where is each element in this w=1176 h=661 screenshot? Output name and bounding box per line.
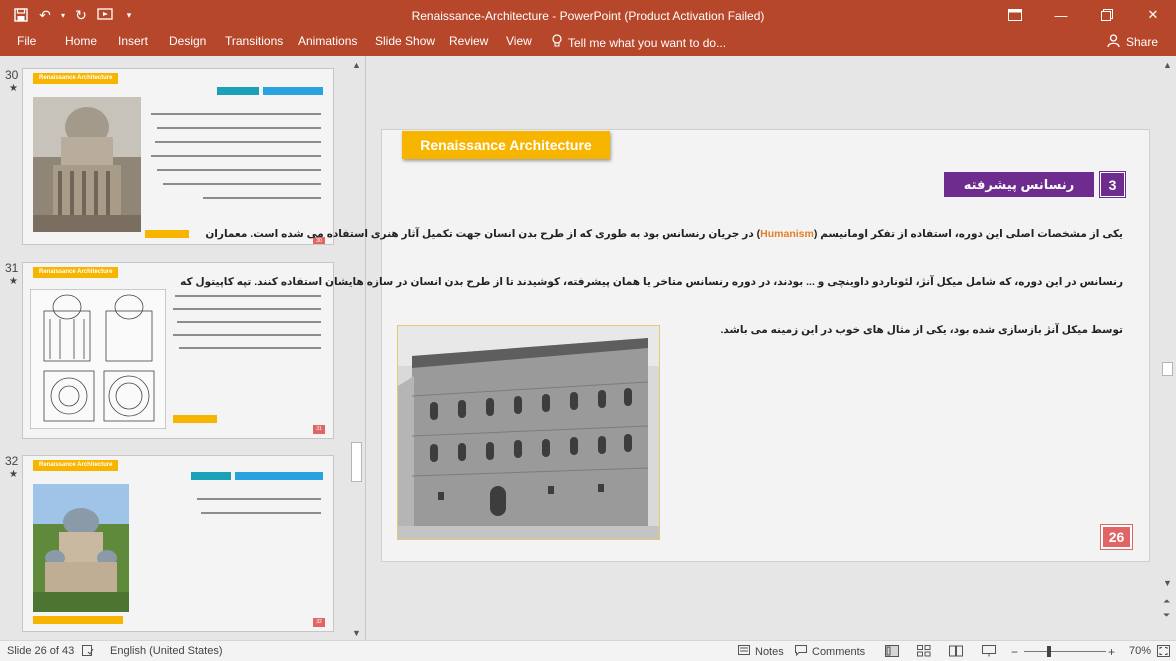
comments-button[interactable]: Comments: [795, 645, 865, 659]
zoom-out-icon[interactable]: −: [1011, 645, 1018, 659]
zoom-slider[interactable]: [1024, 651, 1106, 652]
ribbon-tabs: File Home Insert Design Transitions Anim…: [0, 30, 1176, 56]
tab-slide-show[interactable]: Slide Show: [375, 34, 435, 48]
notes-label: Notes: [755, 645, 784, 658]
thumbnail-tag: Renaissance Architecture: [33, 460, 119, 471]
tell-me-search[interactable]: Tell me what you want to do...: [552, 34, 726, 51]
normal-view-icon[interactable]: [885, 645, 899, 657]
animation-star-icon: ★: [9, 469, 18, 480]
person-icon: [1107, 34, 1120, 50]
thumbnail-label-box: [235, 472, 323, 480]
previous-slide-icon[interactable]: ⏶: [1163, 596, 1170, 607]
scroll-down-icon[interactable]: ▼: [1163, 578, 1172, 588]
tab-review[interactable]: Review: [449, 34, 488, 48]
status-bar: Slide 26 of 43 English (United States) N…: [0, 640, 1176, 661]
tab-view[interactable]: View: [506, 34, 532, 48]
slideshow-view-icon[interactable]: [982, 645, 996, 657]
body-line-1-b: ) در جریان رنسانس بود به طوری که از طرح …: [205, 228, 761, 240]
body-line-1[interactable]: یکی از مشخصات اصلی این دوره، استفاده از …: [205, 228, 1123, 240]
body-line-2[interactable]: رنسانس در این دوره، که شامل میکل آنژ، لئ…: [180, 276, 1123, 288]
slide-tag[interactable]: Renaissance Architecture: [402, 131, 610, 159]
slide-heading[interactable]: رنسانس پیشرفته: [944, 172, 1094, 197]
thumbnail-number: 30: [5, 68, 19, 82]
slide-thumbnail-30[interactable]: Renaissance Architecture 30: [22, 68, 334, 245]
slide-scrollbar[interactable]: ▲ ▼ ⏶ ⏷: [1159, 56, 1176, 640]
thumbnail-tag: Renaissance Architecture: [33, 267, 119, 278]
minimize-icon[interactable]: —: [1038, 0, 1084, 30]
tab-insert[interactable]: Insert: [118, 34, 148, 48]
workspace: 30 ★ Renaissance Architecture 30 31 ★ Re…: [0, 56, 1176, 640]
thumbnail-label-box: [191, 472, 231, 480]
thumbnail-tag: Renaissance Architecture: [33, 73, 119, 84]
thumbnail-image-tempietto: [33, 97, 141, 232]
slide-counter: Slide 26 of 43: [7, 645, 75, 657]
tab-home[interactable]: Home: [65, 34, 97, 48]
scrollbar-thumb[interactable]: [1162, 362, 1173, 376]
body-line-3[interactable]: توسط میکل آنژ بازسازی شده بود، یکی از مث…: [721, 324, 1123, 336]
thumbnail-number: 32: [5, 454, 19, 468]
notes-icon: [738, 645, 750, 658]
thumbnail-label-box: [217, 87, 259, 95]
thumbnail-caption-box: [173, 415, 217, 423]
body-line-1-a: یکی از مشخصات اصلی این دوره، استفاده از …: [813, 228, 1123, 240]
slide-thumbnail-pane: 30 ★ Renaissance Architecture 30 31 ★ Re…: [0, 56, 366, 640]
animation-star-icon: ★: [9, 83, 18, 94]
share-button[interactable]: Share: [1107, 34, 1158, 50]
title-bar: ↶ ▾ ↻ ▾ Renaissance-Architecture - Power…: [0, 0, 1176, 30]
thumbnail-number: 31: [5, 261, 19, 275]
palazzo-photo[interactable]: [397, 325, 660, 540]
reading-view-icon[interactable]: [949, 645, 963, 657]
thumbnail-image-church: [33, 484, 129, 612]
share-label: Share: [1125, 35, 1158, 49]
scrollbar-thumb[interactable]: [351, 442, 362, 482]
current-slide[interactable]: Renaissance Architecture رنسانس پیشرفته …: [180, 129, 1150, 562]
tab-design[interactable]: Design: [169, 34, 206, 48]
ribbon-display-options-icon[interactable]: [992, 0, 1038, 30]
slide-sorter-icon[interactable]: [917, 645, 931, 657]
tab-file[interactable]: File: [17, 34, 36, 48]
thumbnail-image-plan-drawing: [30, 289, 166, 429]
slide-editor: Renaissance Architecture رنسانس پیشرفته …: [180, 56, 1158, 640]
spelling-check-icon[interactable]: [82, 645, 94, 656]
thumbnail-caption-box: [33, 616, 123, 624]
thumbnail-page-badge: 31: [313, 425, 325, 434]
tell-me-text: Tell me what you want to do...: [568, 35, 727, 50]
thumbnail-caption-box: [145, 230, 189, 238]
comments-label: Comments: [812, 646, 866, 658]
zoom-in-icon[interactable]: +: [1108, 645, 1115, 659]
scroll-down-icon[interactable]: ▼: [352, 628, 361, 638]
thumbnail-page-badge: 32: [313, 618, 325, 627]
thumbnail-scrollbar[interactable]: ▲ ▼: [349, 56, 365, 640]
slide-thumbnail-31[interactable]: Renaissance Architecture 31: [22, 262, 334, 439]
tab-animations[interactable]: Animations: [298, 34, 357, 48]
close-icon[interactable]: ✕: [1130, 0, 1176, 30]
comment-icon: [795, 645, 807, 659]
highlight-humanism: Humanism: [760, 228, 814, 240]
next-slide-icon[interactable]: ⏷: [1163, 610, 1170, 621]
zoom-level[interactable]: 70%: [1129, 645, 1151, 657]
restore-icon[interactable]: [1084, 0, 1130, 30]
thumbnail-label-box: [263, 87, 323, 95]
notes-button[interactable]: Notes: [738, 645, 784, 658]
window-controls: — ✕: [992, 0, 1176, 30]
slide-page-number: 26: [1100, 524, 1133, 550]
fit-to-window-icon[interactable]: [1157, 645, 1170, 657]
language-indicator[interactable]: English (United States): [110, 645, 223, 657]
animation-star-icon: ★: [9, 276, 18, 287]
tab-transitions[interactable]: Transitions: [225, 34, 283, 48]
scroll-up-icon[interactable]: ▲: [1163, 60, 1172, 70]
scroll-up-icon[interactable]: ▲: [352, 60, 361, 70]
zoom-slider-knob[interactable]: [1047, 646, 1051, 657]
heading-number[interactable]: 3: [1099, 171, 1126, 198]
slide-thumbnail-32[interactable]: Renaissance Architecture 32: [22, 455, 334, 632]
lightbulb-icon: [552, 34, 562, 51]
